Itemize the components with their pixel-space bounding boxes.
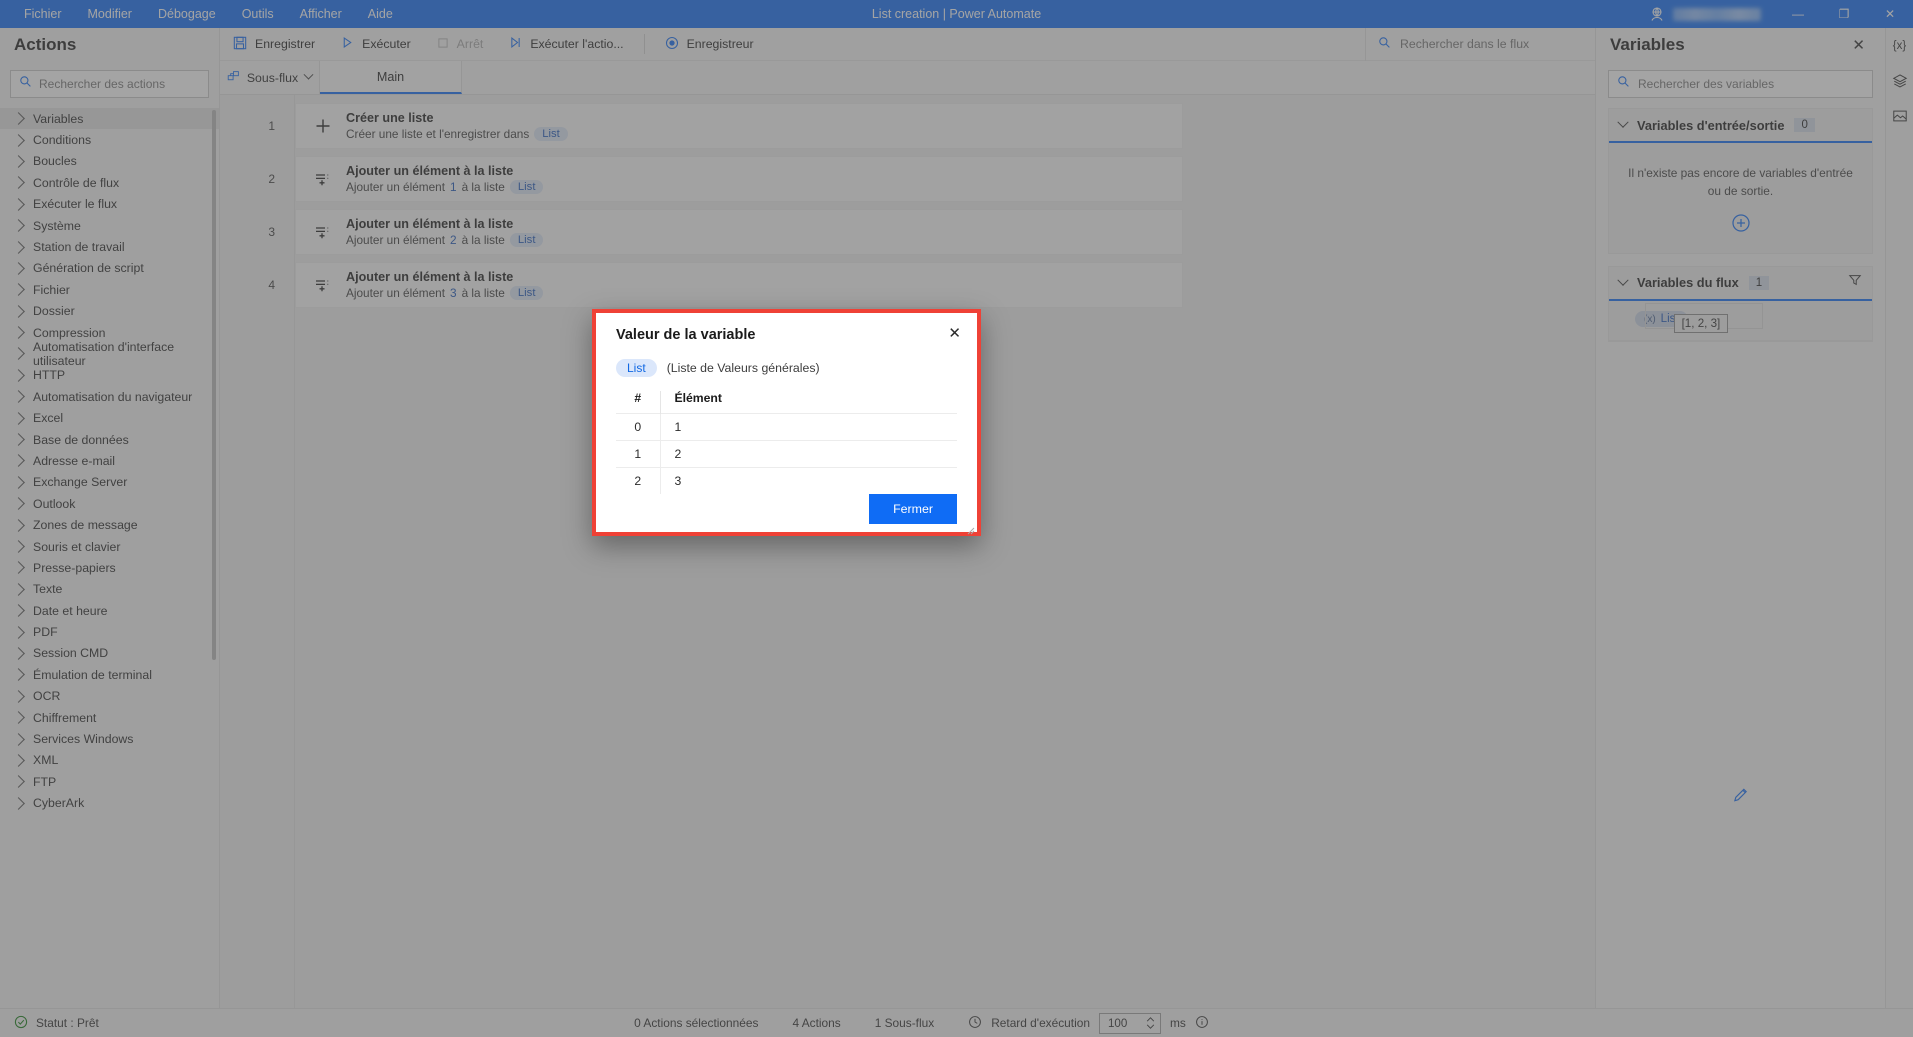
dialog-close-icon[interactable]: ✕	[942, 323, 967, 344]
cell-index: 1	[616, 440, 660, 468]
cell-index: 2	[616, 467, 660, 494]
table-head: # Élément	[616, 391, 957, 414]
table-row: 01	[616, 413, 957, 441]
dialog-variable-pill: List	[616, 359, 657, 377]
table-row: 12	[616, 440, 957, 468]
dialog-footer: Fermer	[596, 494, 977, 538]
dialog-variable-type: (Liste de Valeurs générales)	[666, 361, 820, 375]
table-header-row: # Élément	[616, 391, 957, 414]
dialog-title: Valeur de la variable	[616, 327, 756, 343]
dialog-body: Valeur de la variable List (Liste de Val…	[596, 313, 977, 494]
table-row: 23	[616, 467, 957, 494]
variable-values-table: # Élément 011223	[616, 391, 957, 494]
table-body: 011223	[616, 413, 957, 494]
variable-value-dialog: ✕ Valeur de la variable List (Liste de V…	[592, 309, 981, 536]
close-dialog-button[interactable]: Fermer	[869, 494, 957, 524]
column-header-index: #	[634, 391, 642, 405]
cell-element: 3	[659, 467, 957, 494]
resize-grip[interactable]	[967, 522, 975, 535]
column-header-element: Élément	[659, 391, 957, 414]
power-automate-window: Fichier Modifier Débogage Outils Affiche…	[0, 0, 1913, 1037]
dialog-variable-info: List (Liste de Valeurs générales)	[616, 359, 957, 377]
cell-index: 0	[616, 413, 660, 441]
cell-element: 2	[659, 440, 957, 468]
cell-element: 1	[659, 413, 957, 441]
